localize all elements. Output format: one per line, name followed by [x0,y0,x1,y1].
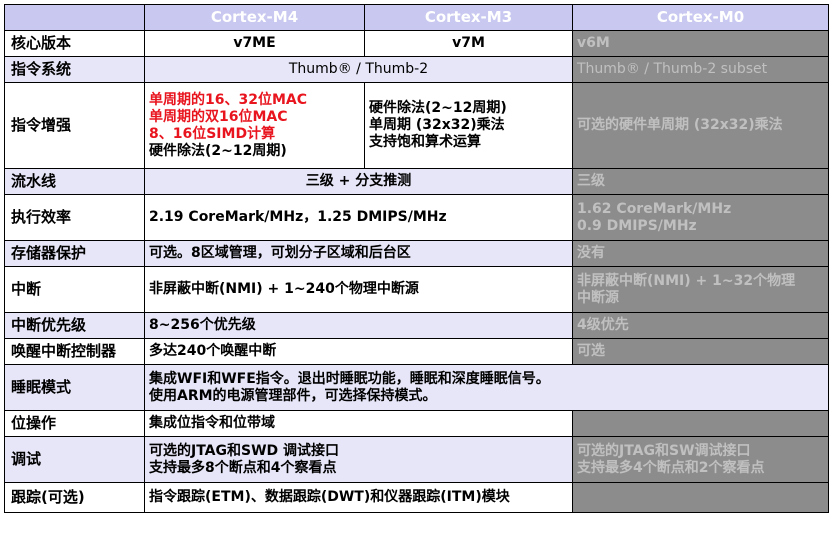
m3-line: 硬件除法(2~12周期) [369,100,507,116]
m0-line: 可选的JTAG和SW调试接口 [577,442,751,459]
header-cortex-m3: Cortex-M3 [364,4,573,31]
row-label: 流水线 [4,168,145,195]
row-label: 存储器保护 [4,240,145,267]
all-value: 集成WFI和WFE指令。退出时睡眠功能，睡眠和深度睡眠信号。 使用ARM的电源管… [144,364,829,411]
m4-m3-value: 集成位指令和位带域 [144,410,573,437]
row-core-version: 核心版本 v7ME v7M v6M [4,30,829,57]
m0-value: 1.62 CoreMark/MHz 0.9 DMIPS/MHz [572,194,829,241]
m0-line: 非屏蔽中断(NMI) + 1~32个物理 [577,272,796,289]
m4-line: 8、16位SIMD计算 [149,125,276,142]
row-label: 位操作 [4,410,145,437]
m0-value: 4级优先 [572,312,829,339]
m0-value: 可选的JTAG和SW调试接口 支持最多4个断点和2个察看点 [572,436,829,483]
m3-value: 硬件除法(2~12周期) 单周期 (32x32)乘法 支持饱和算术运算 [364,82,573,169]
row-label: 调试 [4,436,145,483]
m0-line: 0.9 DMIPS/MHz [577,217,697,234]
m3-line: 支持饱和算术运算 [369,134,481,150]
m4-m3-value: Thumb® / Thumb-2 [144,56,573,83]
m4-value: 单周期的16、32位MAC 单周期的双16位MAC 8、16位SIMD计算 硬件… [144,82,365,169]
row-label: 中断优先级 [4,312,145,339]
row-memory-protection: 存储器保护 可选。8区域管理，可划分子区域和后台区 没有 [4,240,829,267]
m0-line: 中断源 [577,289,619,306]
row-debug: 调试 可选的JTAG和SWD 调试接口 支持最多8个断点和4个察看点 可选的JT… [4,436,829,483]
m4-value: v7ME [144,30,365,57]
header-row: Cortex-M4 Cortex-M3 Cortex-M0 [4,4,829,31]
row-label: 指令系统 [4,56,145,83]
row-sleep-mode: 睡眠模式 集成WFI和WFE指令。退出时睡眠功能，睡眠和深度睡眠信号。 使用AR… [4,364,829,411]
m4-m3-value: 非屏蔽中断(NMI) + 1~240个物理中断源 [144,266,573,313]
comparison-table: Cortex-M4 Cortex-M3 Cortex-M0 核心版本 v7ME … [4,4,829,513]
m0-value: 可选的硬件单周期 (32x32)乘法 [572,82,829,169]
row-instruction-set: 指令系统 Thumb® / Thumb-2 Thumb® / Thumb-2 s… [4,56,829,83]
m4-m3-value: 指令跟踪(ETM)、数据跟踪(DWT)和仪器跟踪(ITM)模块 [144,482,573,513]
m4-m3-line: 支持最多8个断点和4个察看点 [149,459,337,476]
row-label: 中断 [4,266,145,313]
m0-value: Thumb® / Thumb-2 subset [572,56,829,83]
row-instruction-enhancements: 指令增强 单周期的16、32位MAC 单周期的双16位MAC 8、16位SIMD… [4,82,829,169]
m0-value [572,410,829,437]
row-label: 执行效率 [4,194,145,241]
m0-value: 没有 [572,240,829,267]
row-wakeup-controller: 唤醒中断控制器 多达240个唤醒中断 可选 [4,338,829,365]
m4-m3-line: 可选的JTAG和SWD 调试接口 [149,442,340,459]
row-interrupt-priority: 中断优先级 8~256个优先级 4级优先 [4,312,829,339]
m0-value: v6M [572,30,829,57]
row-label: 指令增强 [4,82,145,169]
m0-line: 支持最多4个断点和2个察看点 [577,459,765,476]
m4-line: 单周期的双16位MAC [149,108,288,125]
m4-m3-value: 三级 + 分支推测 [144,168,573,195]
m0-line: 1.62 CoreMark/MHz [577,200,732,217]
m4-m3-value: 2.19 CoreMark/MHz，1.25 DMIPS/MHz [144,194,573,241]
header-cortex-m0: Cortex-M0 [572,4,829,31]
m4-line: 硬件除法(2~12周期) [149,142,287,159]
m3-value: v7M [364,30,573,57]
all-line: 集成WFI和WFE指令。退出时睡眠功能，睡眠和深度睡眠信号。 [149,370,550,387]
m4-m3-value: 多达240个唤醒中断 [144,338,573,365]
row-performance: 执行效率 2.19 CoreMark/MHz，1.25 DMIPS/MHz 1.… [4,194,829,241]
csdn-watermark: CSDN @一直在路上的Tom [637,515,820,533]
header-blank [4,4,145,31]
row-bit-operations: 位操作 集成位指令和位带域 [4,410,829,437]
row-trace: 跟踪(可选) 指令跟踪(ETM)、数据跟踪(DWT)和仪器跟踪(ITM)模块 [4,482,829,513]
m0-value: 非屏蔽中断(NMI) + 1~32个物理 中断源 [572,266,829,313]
header-cortex-m4: Cortex-M4 [144,4,365,31]
m0-value [572,482,829,513]
row-interrupts: 中断 非屏蔽中断(NMI) + 1~240个物理中断源 非屏蔽中断(NMI) +… [4,266,829,313]
row-label: 唤醒中断控制器 [4,338,145,365]
row-pipeline: 流水线 三级 + 分支推测 三级 [4,168,829,195]
m0-value: 三级 [572,168,829,195]
m4-m3-value: 8~256个优先级 [144,312,573,339]
row-label: 睡眠模式 [4,364,145,411]
m4-line: 单周期的16、32位MAC [149,91,308,108]
m3-line: 单周期 (32x32)乘法 [369,117,505,133]
row-label: 跟踪(可选) [4,482,145,513]
m4-m3-value: 可选的JTAG和SWD 调试接口 支持最多8个断点和4个察看点 [144,436,573,483]
m0-value: 可选 [572,338,829,365]
row-label: 核心版本 [4,30,145,57]
all-line: 使用ARM的电源管理部件，可选择保持模式。 [149,387,437,404]
m4-m3-value: 可选。8区域管理，可划分子区域和后台区 [144,240,573,267]
